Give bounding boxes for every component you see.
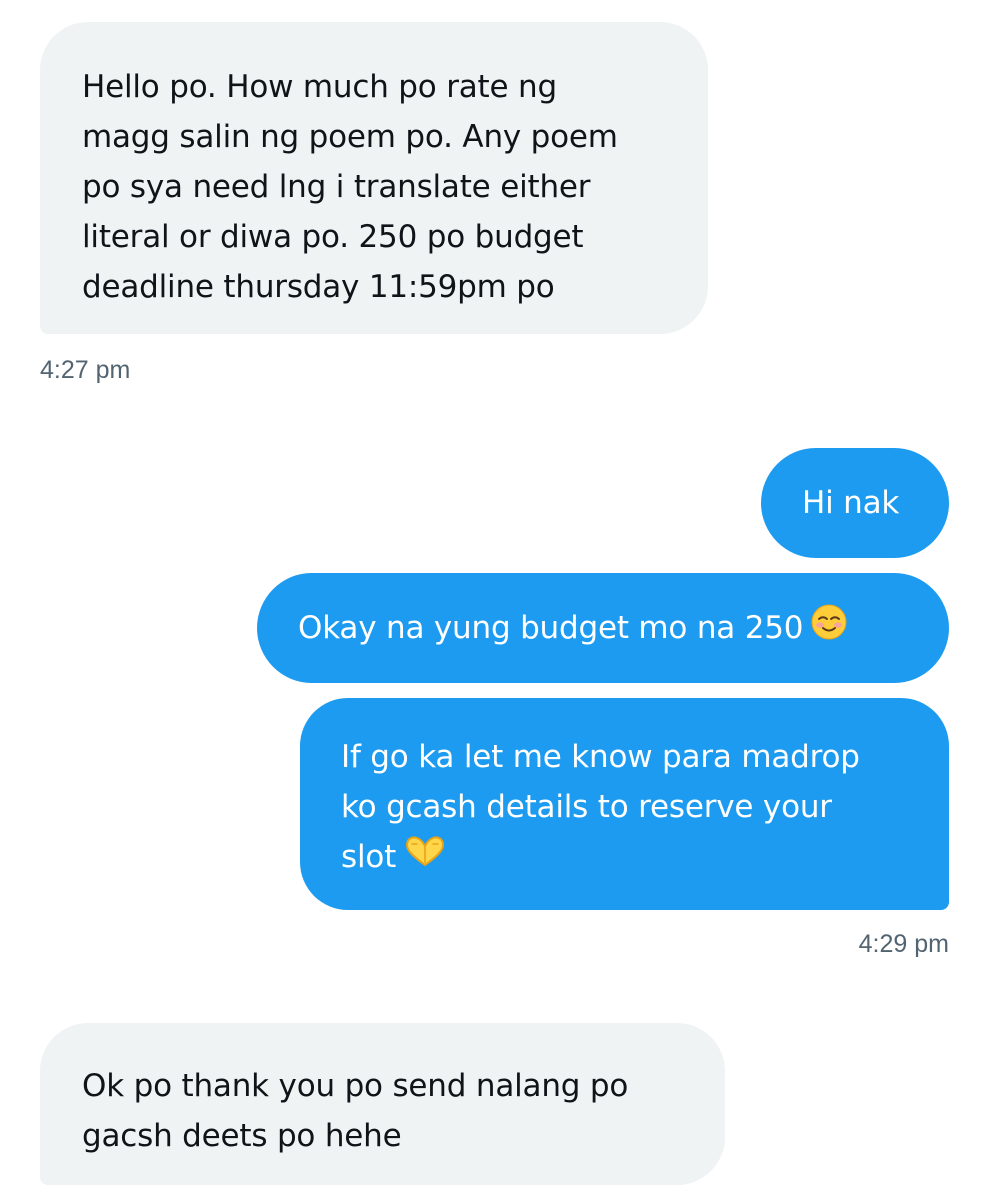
message-text: Okay na yung budget mo na 250 — [298, 610, 804, 646]
message-timestamp: 4:29 pm — [858, 930, 949, 958]
message-text-line: literal or diwa po. 250 po budget — [82, 219, 584, 255]
outgoing-message-bubble[interactable]: If go ka let me know para madrop ko gcas… — [300, 698, 949, 910]
message-text-line: Okay na yung budget mo na 250 — [298, 603, 949, 655]
incoming-message-bubble[interactable]: Hello po. How much po rate ng magg salin… — [40, 22, 708, 334]
smiling-face-emoji-icon — [811, 604, 847, 655]
message-text-line: deadline thursday 11:59pm po — [82, 269, 555, 305]
message-text-line: Ok po thank you po send nalang po — [82, 1068, 629, 1104]
message-text-line: Hello po. How much po rate ng — [82, 69, 557, 105]
outgoing-message-bubble[interactable]: Okay na yung budget mo na 250 — [257, 573, 949, 683]
message-text: Hi nak — [802, 485, 900, 521]
message-text-line: po sya need lng i translate either — [82, 169, 591, 205]
message-timestamp: 4:27 pm — [40, 356, 131, 384]
message-text-line: magg salin ng poem po. Any poem — [82, 119, 618, 155]
outgoing-message-bubble[interactable]: Hi nak — [761, 448, 949, 558]
message-text: slot — [341, 839, 397, 875]
message-text-line: gacsh deets po hehe — [82, 1118, 402, 1154]
message-text-line: slot — [341, 832, 949, 884]
heart-hands-emoji-icon — [404, 834, 446, 884]
message-text-line: If go ka let me know para madrop — [341, 739, 860, 775]
message-text-line: ko gcash details to reserve your — [341, 789, 832, 825]
incoming-message-bubble[interactable]: Ok po thank you po send nalang po gacsh … — [40, 1023, 725, 1185]
